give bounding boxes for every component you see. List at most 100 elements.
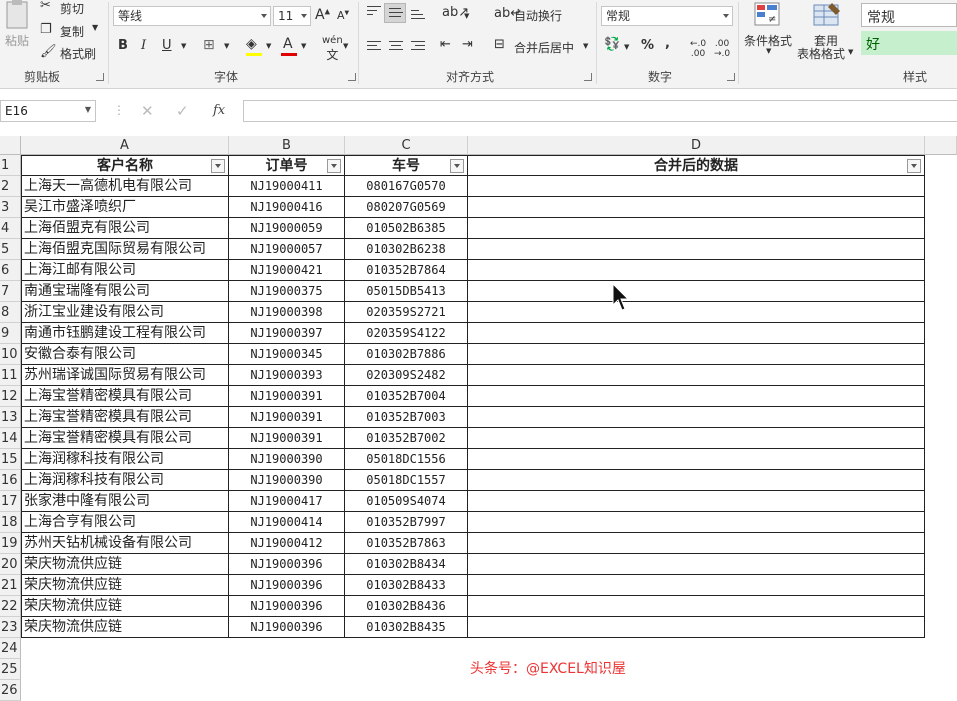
table-cell[interactable] xyxy=(468,554,925,575)
table-cell[interactable]: 吴江市盛泽喷织厂 xyxy=(21,197,229,218)
decrease-decimal-icon[interactable]: .00 →.0 xyxy=(714,39,730,59)
increase-font-icon[interactable]: A▲ xyxy=(315,7,330,23)
underline-button[interactable]: U xyxy=(162,38,172,53)
cut-button[interactable]: ✂ 剪切 xyxy=(40,0,90,16)
table-cell[interactable] xyxy=(468,365,925,386)
row-header[interactable]: 25 xyxy=(0,659,21,680)
table-cell[interactable]: NJ19000375 xyxy=(229,281,345,302)
table-cell[interactable]: 05018DC1557 xyxy=(345,470,468,491)
style-normal[interactable]: 常规 xyxy=(861,3,957,27)
table-cell[interactable] xyxy=(468,575,925,596)
row-header[interactable]: 13 xyxy=(0,407,21,428)
filter-dropdown-icon[interactable] xyxy=(327,159,341,173)
select-all-corner[interactable] xyxy=(0,136,21,155)
chevron-down-icon[interactable]: ▼ xyxy=(343,42,348,50)
table-cell[interactable]: 05018DC1556 xyxy=(345,449,468,470)
fill-color-icon[interactable]: ◈ xyxy=(246,36,257,52)
row-header[interactable]: 15 xyxy=(0,449,21,470)
table-cell[interactable]: NJ19000412 xyxy=(229,533,345,554)
row-header[interactable]: 7 xyxy=(0,281,21,302)
align-right-icon[interactable] xyxy=(411,41,425,53)
header-cell[interactable]: 合并后的数据 xyxy=(468,155,925,176)
table-cell[interactable]: 上海佰盟克有限公司 xyxy=(21,218,229,239)
table-cell[interactable] xyxy=(468,281,925,302)
table-cell[interactable]: 020359S2721 xyxy=(345,302,468,323)
table-cell[interactable] xyxy=(468,428,925,449)
row-header[interactable]: 6 xyxy=(0,260,21,281)
table-cell[interactable]: 010352B7004 xyxy=(345,386,468,407)
row-header[interactable]: 22 xyxy=(0,596,21,617)
table-cell[interactable]: 苏州天钻机械设备有限公司 xyxy=(21,533,229,554)
align-bottom-icon[interactable] xyxy=(411,10,425,22)
table-cell[interactable]: NJ19000397 xyxy=(229,323,345,344)
table-cell[interactable]: NJ19000390 xyxy=(229,470,345,491)
column-header-b[interactable]: B xyxy=(229,136,345,155)
row-header[interactable]: 12 xyxy=(0,386,21,407)
table-cell[interactable]: NJ19000345 xyxy=(229,344,345,365)
table-cell[interactable]: 苏州瑞译诚国际贸易有限公司 xyxy=(21,365,229,386)
cancel-icon[interactable]: ✕ xyxy=(141,102,154,120)
row-header[interactable]: 3 xyxy=(0,197,21,218)
table-cell[interactable] xyxy=(468,323,925,344)
chevron-down-icon[interactable]: ▼ xyxy=(624,43,629,51)
table-cell[interactable]: NJ19000393 xyxy=(229,365,345,386)
insert-function-icon[interactable]: fx xyxy=(213,103,225,118)
currency-icon[interactable]: 💱 xyxy=(604,37,620,52)
formula-input[interactable] xyxy=(243,100,957,122)
table-cell[interactable]: 010352B7002 xyxy=(345,428,468,449)
italic-button[interactable]: I xyxy=(141,38,146,53)
table-cell[interactable]: 080207G0569 xyxy=(345,197,468,218)
table-cell[interactable]: NJ19000391 xyxy=(229,407,345,428)
table-cell[interactable]: 080167G0570 xyxy=(345,176,468,197)
table-cell[interactable]: NJ19000396 xyxy=(229,617,345,638)
table-cell[interactable]: 上海宝誉精密模具有限公司 xyxy=(21,386,229,407)
chevron-down-icon[interactable]: ▼ xyxy=(181,42,186,50)
table-cell[interactable]: 荣庆物流供应链 xyxy=(21,596,229,617)
borders-icon[interactable]: ⊞ xyxy=(203,37,215,53)
table-cell[interactable]: 010302B6238 xyxy=(345,239,468,260)
decrease-font-icon[interactable]: A▼ xyxy=(337,9,349,22)
header-cell[interactable]: 车号 xyxy=(345,155,468,176)
font-name-combo[interactable]: 等线 xyxy=(113,6,271,26)
row-header[interactable]: 18 xyxy=(0,512,21,533)
row-header[interactable]: 24 xyxy=(0,638,21,659)
table-cell[interactable]: 010352B7003 xyxy=(345,407,468,428)
chevron-down-icon[interactable]: ▼ xyxy=(224,42,229,50)
table-cell[interactable] xyxy=(468,176,925,197)
table-cell[interactable]: NJ19000396 xyxy=(229,554,345,575)
chevron-down-icon[interactable]: ▼ xyxy=(266,42,271,50)
table-cell[interactable] xyxy=(468,617,925,638)
row-header[interactable]: 2 xyxy=(0,176,21,197)
column-header-c[interactable]: C xyxy=(345,136,468,155)
table-cell[interactable]: 020359S4122 xyxy=(345,323,468,344)
table-cell[interactable]: 荣庆物流供应链 xyxy=(21,617,229,638)
increase-decimal-icon[interactable]: ←.0.00 xyxy=(690,39,706,59)
table-cell[interactable]: 上海合亨有限公司 xyxy=(21,512,229,533)
percent-button[interactable]: % xyxy=(641,38,654,53)
table-cell[interactable]: 010302B8434 xyxy=(345,554,468,575)
table-cell[interactable]: 上海宝誉精密模具有限公司 xyxy=(21,407,229,428)
font-launcher-icon[interactable] xyxy=(348,73,356,81)
table-cell[interactable]: 05015DB5413 xyxy=(345,281,468,302)
row-header[interactable]: 1 xyxy=(0,155,21,176)
table-cell[interactable]: NJ19000396 xyxy=(229,596,345,617)
paste-button[interactable]: 粘贴 xyxy=(2,0,32,58)
table-cell[interactable] xyxy=(468,197,925,218)
filter-dropdown-icon[interactable] xyxy=(907,159,921,173)
table-cell[interactable] xyxy=(468,218,925,239)
table-cell[interactable]: 南通市钰鹏建设工程有限公司 xyxy=(21,323,229,344)
header-cell[interactable]: 订单号 xyxy=(229,155,345,176)
decrease-indent-icon[interactable]: ⇤ xyxy=(440,37,451,52)
table-cell[interactable] xyxy=(468,386,925,407)
table-cell[interactable]: NJ19000390 xyxy=(229,449,345,470)
table-cell[interactable]: 010509S4074 xyxy=(345,491,468,512)
table-cell[interactable] xyxy=(468,596,925,617)
align-left-icon[interactable] xyxy=(367,41,381,53)
table-cell[interactable]: NJ19000414 xyxy=(229,512,345,533)
filter-dropdown-icon[interactable] xyxy=(450,159,464,173)
table-cell[interactable]: NJ19000059 xyxy=(229,218,345,239)
increase-indent-icon[interactable]: ⇥ xyxy=(462,37,473,52)
table-cell[interactable] xyxy=(468,533,925,554)
wrap-text-button[interactable]: ab↵ 自动换行 xyxy=(494,6,574,24)
comma-button[interactable]: , xyxy=(665,36,670,51)
